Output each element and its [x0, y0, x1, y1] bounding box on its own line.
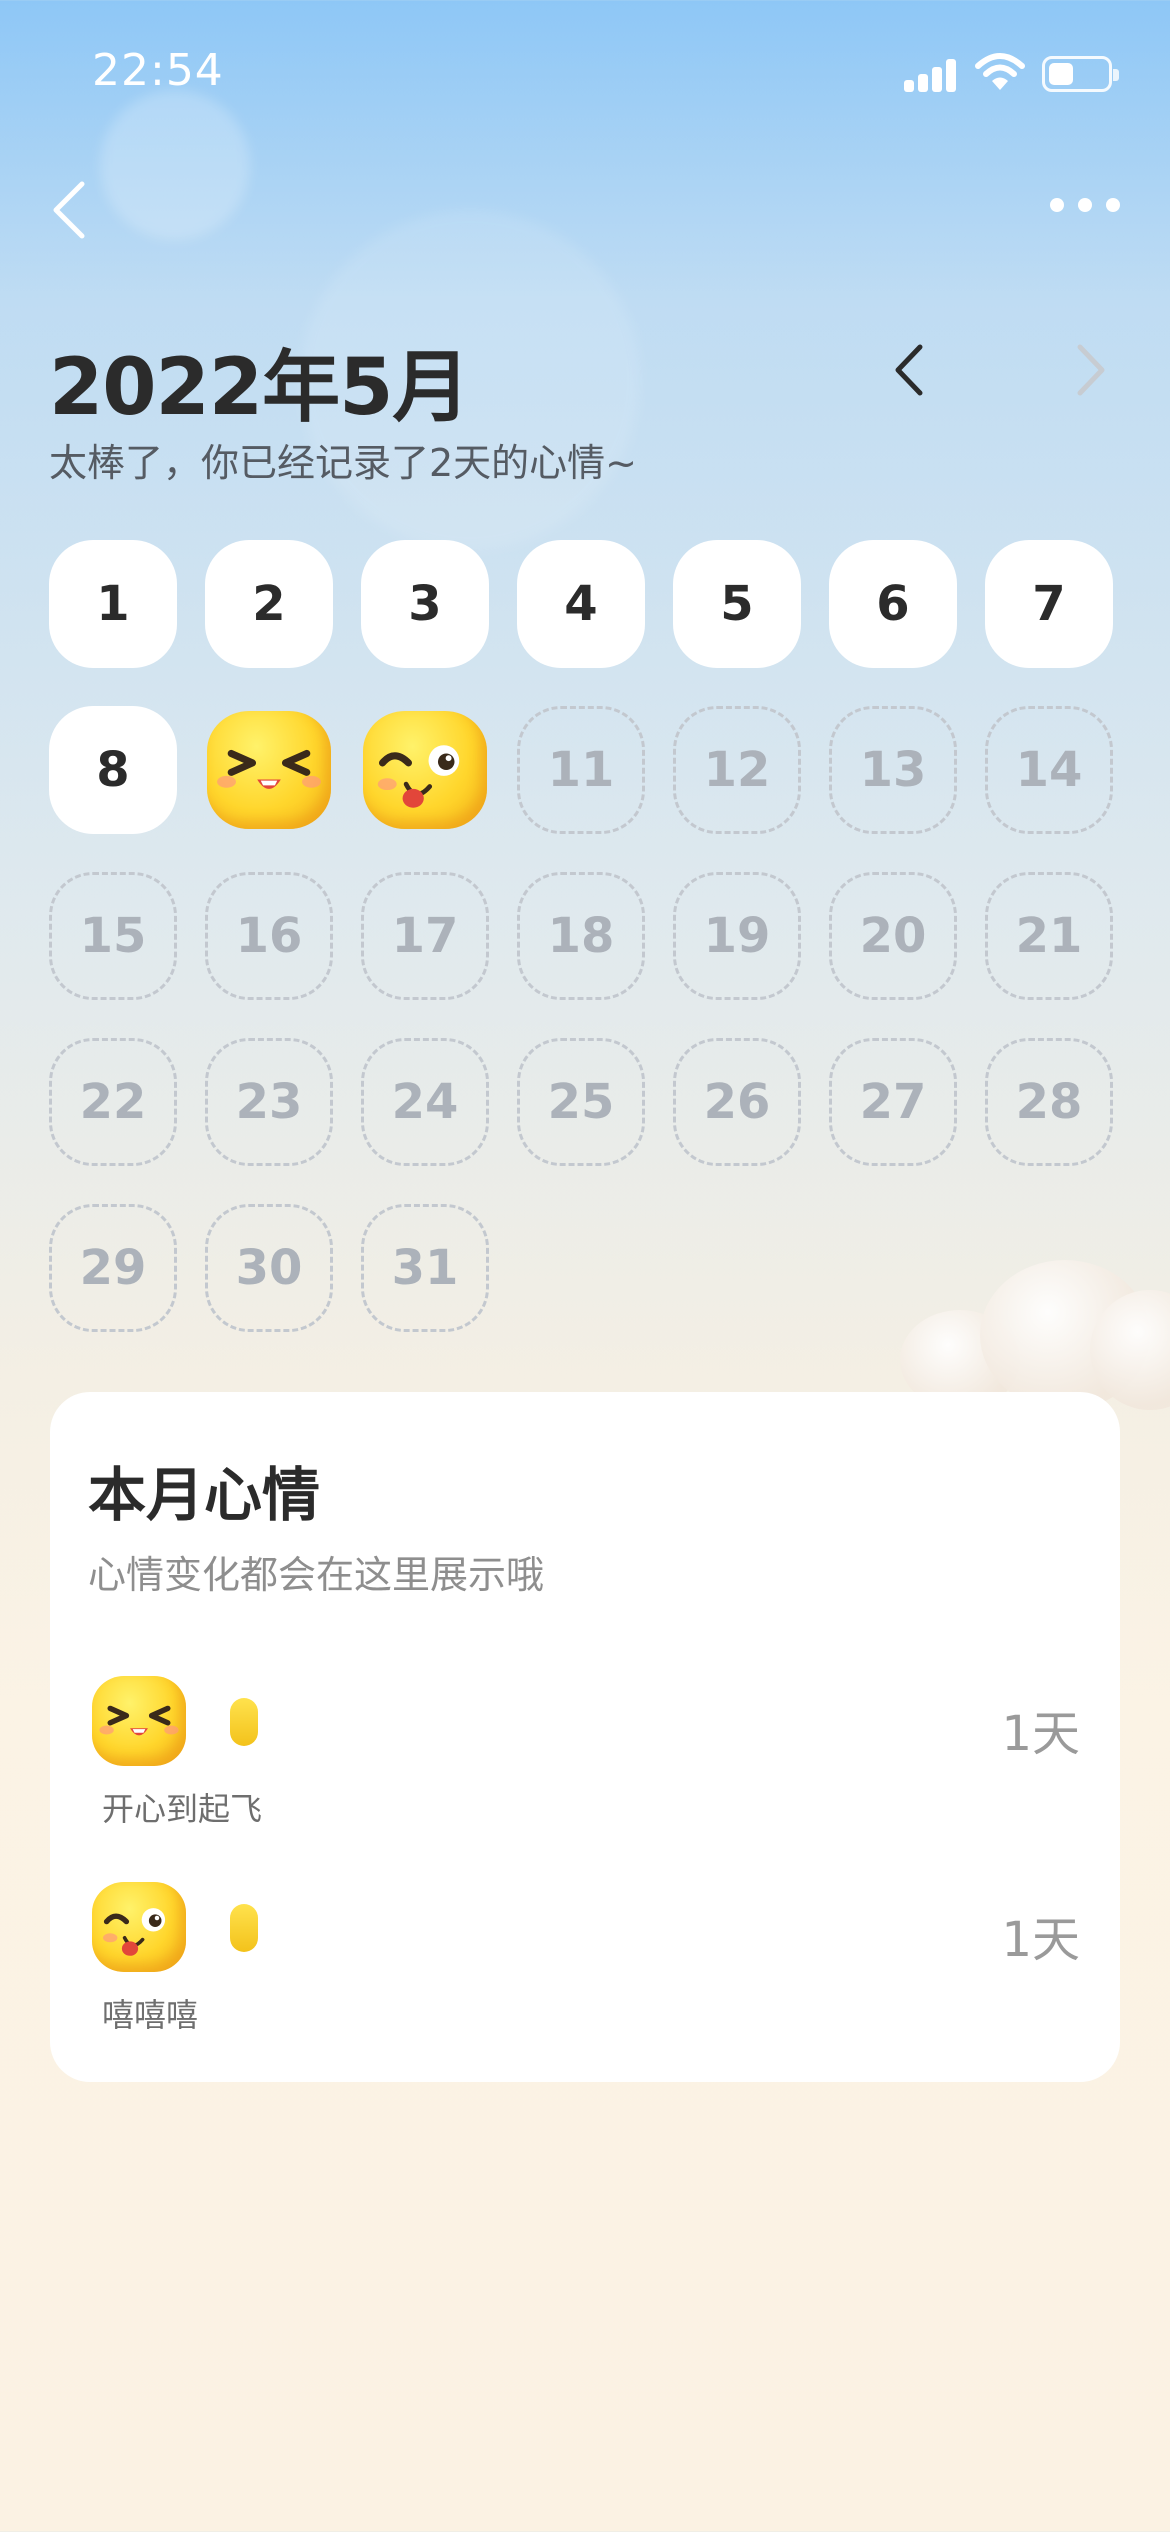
calendar-day-28: 28	[985, 1038, 1113, 1166]
more-dots-icon	[1050, 198, 1064, 212]
calendar-day-8[interactable]: 8	[49, 706, 177, 834]
wink-emoji-icon	[363, 711, 487, 829]
calendar-day-21: 21	[985, 872, 1113, 1000]
calendar-day-7[interactable]: 7	[985, 540, 1113, 668]
month-title: 2022年5月	[49, 343, 470, 433]
calendar-day-2[interactable]: 2	[205, 540, 333, 668]
back-button[interactable]	[40, 170, 100, 250]
mood-label: 开心到起飞	[102, 1790, 263, 1828]
monthly-mood-card: 本月心情 心情变化都会在这里展示哦 开心到起飞 1天 嘻嘻嘻 1天	[50, 1392, 1120, 2082]
wifi-icon	[975, 52, 1025, 92]
mood-bar	[230, 1698, 258, 1746]
chevron-left-icon	[895, 344, 923, 396]
mood-count: 1天	[1001, 1912, 1080, 1968]
calendar-day-30: 30	[205, 1204, 333, 1332]
prev-month-button[interactable]	[880, 335, 940, 405]
calendar-day-22: 22	[49, 1038, 177, 1166]
mood-label: 嘻嘻嘻	[102, 1996, 199, 2034]
mood-summary-row: 嘻嘻嘻 1天	[50, 1882, 1120, 2042]
battery-icon	[1042, 56, 1119, 92]
calendar-day-15: 15	[49, 872, 177, 1000]
calendar-day-23: 23	[205, 1038, 333, 1166]
calendar-grid: 1 2 3 4 5 6 7 8 11 12 13 14 15 16 17 18 19 20 21 22 23 24 25 26…	[49, 540, 1113, 1332]
calendar-day-26: 26	[673, 1038, 801, 1166]
calendar-day-1[interactable]: 1	[49, 540, 177, 668]
calendar-day-24: 24	[361, 1038, 489, 1166]
calendar-day-13: 13	[829, 706, 957, 834]
next-month-button[interactable]	[1060, 335, 1120, 405]
calendar-day-14: 14	[985, 706, 1113, 834]
calendar-day-18: 18	[517, 872, 645, 1000]
calendar-day-10[interactable]	[361, 706, 489, 834]
calendar-day-12: 12	[673, 706, 801, 834]
mood-summary-row: 开心到起飞 1天	[50, 1676, 1120, 1836]
calendar-day-5[interactable]: 5	[673, 540, 801, 668]
card-title: 本月心情	[88, 1461, 321, 1529]
card-subtitle: 心情变化都会在这里展示哦	[88, 1553, 545, 1597]
calendar-day-25: 25	[517, 1038, 645, 1166]
calendar-day-19: 19	[673, 872, 801, 1000]
calendar-day-3[interactable]: 3	[361, 540, 489, 668]
signal-icon	[904, 58, 958, 92]
calendar-day-4[interactable]: 4	[517, 540, 645, 668]
excited-emoji-icon	[207, 711, 331, 829]
chevron-right-icon	[1077, 344, 1105, 396]
status-time: 22:54	[92, 45, 224, 96]
wink-emoji-icon	[92, 1882, 186, 1972]
mood-bar	[230, 1904, 258, 1952]
more-button[interactable]	[1050, 185, 1120, 225]
calendar-day-6[interactable]: 6	[829, 540, 957, 668]
calendar-day-27: 27	[829, 1038, 957, 1166]
calendar-day-20: 20	[829, 872, 957, 1000]
calendar-day-17: 17	[361, 872, 489, 1000]
calendar-day-31: 31	[361, 1204, 489, 1332]
mood-count: 1天	[1001, 1706, 1080, 1762]
status-bar: 22:54	[0, 0, 1170, 150]
excited-emoji-icon	[92, 1676, 186, 1766]
calendar-day-29: 29	[49, 1204, 177, 1332]
month-subtitle: 太棒了，你已经记录了2天的心情~	[49, 441, 638, 485]
calendar-day-9[interactable]	[205, 706, 333, 834]
calendar-day-16: 16	[205, 872, 333, 1000]
calendar-day-11: 11	[517, 706, 645, 834]
chevron-left-icon	[53, 181, 85, 239]
